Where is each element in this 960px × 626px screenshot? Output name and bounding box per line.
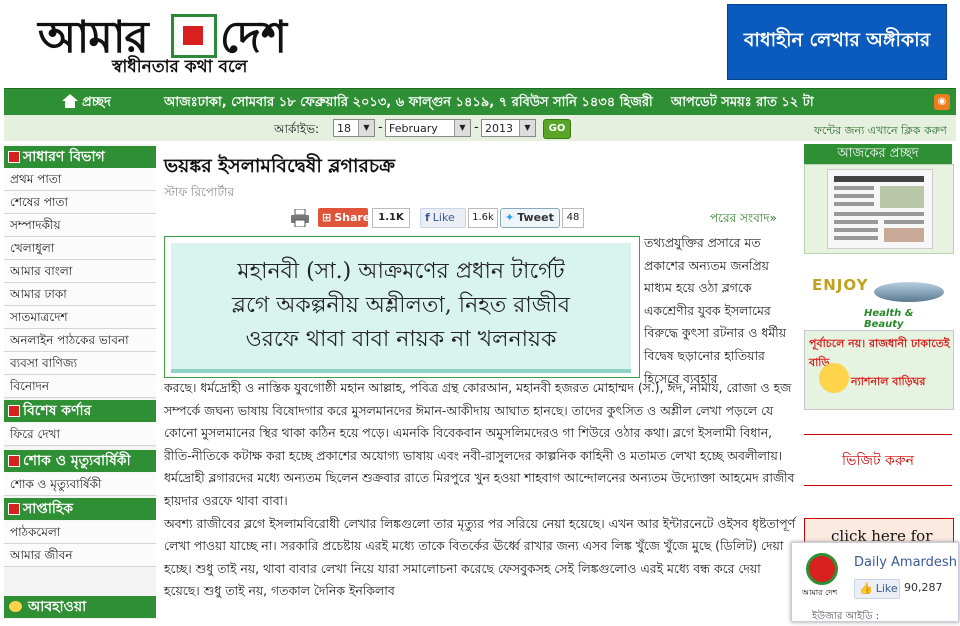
share-plus-icon: ⊞ xyxy=(322,211,332,224)
facebook-like-count: 90,287 xyxy=(904,581,943,594)
like-count: 1.6k xyxy=(468,208,498,228)
article-paragraph: অবশ্য রাজীবের ব্লগে ইসলামবিরোধী লেখার লি… xyxy=(164,515,796,599)
archive-go-button[interactable]: GO xyxy=(543,119,571,139)
chevron-down-icon: ▼ xyxy=(454,120,470,136)
facebook-page-like-button[interactable]: 👍 Like xyxy=(854,579,900,599)
site-tagline: স্বাধীনতার কথা বলে xyxy=(112,57,248,77)
today-cover-title: আজকের প্রচ্ছদ xyxy=(804,144,952,164)
logo-square-icon xyxy=(171,14,217,58)
sidebar-item-business[interactable]: ব্যবসা বাণিজ্য xyxy=(4,352,156,375)
header-banner-ad[interactable]: বাধাহীন লেখার অঙ্গীকার xyxy=(727,4,947,80)
sidebar-item-editorial[interactable]: সম্পাদকীয় xyxy=(4,214,156,237)
sidebar-item-reader-fair[interactable]: পাঠকমেলা xyxy=(4,521,156,544)
newspaper-thumbnail[interactable] xyxy=(827,169,933,249)
section-header-general: সাধারণ বিভাগ xyxy=(4,146,156,168)
sidebar-item-international[interactable]: সাতমাত্রদেশ xyxy=(4,306,156,329)
sidebar-item-first-page[interactable]: প্রথম পাতা xyxy=(4,168,156,191)
sidebar-item-mourning[interactable]: শোক ও মৃত্যুবার্ষিকী xyxy=(4,473,156,496)
article-main: ভয়ঙ্কর ইসলামবিদ্বেষী ব্লগারচক্র স্টাফ র… xyxy=(164,144,796,619)
logo-circle-icon xyxy=(806,553,838,585)
tweet-count: 48 xyxy=(562,208,584,228)
left-sidebar: সাধারণ বিভাগ প্রথম পাতা শেষের পাতা সম্পা… xyxy=(4,144,156,619)
article-title: ভয়ঙ্কর ইসলামবিদ্বেষী ব্লগারচক্র xyxy=(164,155,396,177)
facebook-page-name[interactable]: Daily Amardesh xyxy=(854,555,957,570)
bullet-square-icon xyxy=(8,503,20,515)
user-id-label: ইউজার আইডি : xyxy=(812,611,880,622)
section-header-weekly: সাপ্তাহিক xyxy=(4,498,156,520)
sidebar-item-online-reader[interactable]: অনলাইন পাঠকের ভাবনা xyxy=(4,329,156,352)
today-cover-box[interactable] xyxy=(804,164,954,254)
bullet-square-icon xyxy=(8,455,20,467)
archive-month-select[interactable]: February ▼ xyxy=(385,119,471,137)
article-body: করছে। ধর্মদ্রোহী ও নাস্তিক যুবগোষ্ঠী মহা… xyxy=(164,377,796,603)
print-icon[interactable] xyxy=(290,209,310,227)
page-logo[interactable]: আমার দেশ xyxy=(802,551,842,599)
site-header: আমার দেশ স্বাধীনতার কথা বলে বাধাহীন লেখা… xyxy=(0,0,960,88)
sidebar-item-sports[interactable]: খেলাধুলা xyxy=(4,237,156,260)
chevron-down-icon: ▼ xyxy=(519,120,535,136)
sidebar-item-my-life[interactable]: আমার জীবন xyxy=(4,544,156,567)
archive-day-select[interactable]: 18 ▼ xyxy=(333,119,375,137)
bullet-square-icon xyxy=(8,405,20,417)
home-icon[interactable] xyxy=(62,94,78,108)
site-logo[interactable]: আমার দেশ স্বাধীনতার কথা বলে xyxy=(38,4,338,77)
facebook-page-widget: আমার দেশ Daily Amardesh 👍 Like 90,287 ইউজ… xyxy=(791,542,959,622)
article-byline: স্টাফ রিপোর্টার xyxy=(164,185,235,199)
company-logo-icon xyxy=(819,363,849,393)
facebook-icon: f xyxy=(425,211,430,224)
sidebar-item-look-back[interactable]: ফিরে দেখা xyxy=(4,423,156,446)
chevron-down-icon: ▼ xyxy=(358,120,374,136)
font-help-link[interactable]: ফন্টের জন্য এখানে ক্লিক করুণ xyxy=(814,122,947,141)
next-news-link[interactable]: পরের সংবাদ» xyxy=(710,210,777,230)
headline-image: মহানবী (সা.) আক্রমণের প্রধান টার্গেট ব্ল… xyxy=(164,236,640,378)
twitter-bird-icon: ✦ xyxy=(505,211,515,224)
top-nav-bar: প্রচ্ছদ আজঃঢাকা, সোমবার ১৮ ফেব্রুয়ারি ২… xyxy=(4,88,956,116)
sidebar-item-entertainment[interactable]: বিনোদন xyxy=(4,375,156,398)
archive-year-select[interactable]: 2013 ▼ xyxy=(481,119,536,137)
sidebar-item-last-page[interactable]: শেষের পাতা xyxy=(4,191,156,214)
tweet-button[interactable]: ✦ Tweet xyxy=(500,208,560,228)
thumbs-up-icon: 👍 xyxy=(859,582,873,595)
share-count: 1.1K xyxy=(372,208,410,228)
section-header-mourning: শোক ও মৃত্যুবার্ষিকী xyxy=(4,450,156,472)
bullet-square-icon xyxy=(8,151,20,163)
home-link[interactable]: প্রচ্ছদ xyxy=(82,93,111,114)
sidebar-item-amar-dhaka[interactable]: আমার ঢাকা xyxy=(4,283,156,306)
article-intro-text: তথ্যপ্রযুক্তির প্রসারে মত প্রকাশের অন্যত… xyxy=(644,235,786,386)
visit-ad[interactable]: ভিজিট করুন xyxy=(804,434,952,486)
archive-bar: আর্কাইভ: 18 ▼ - February ▼ - 2013 ▼ GO ফন্ট… xyxy=(4,115,956,141)
section-header-special: বিশেষ কর্ণার xyxy=(4,400,156,422)
enjoy-ad[interactable]: ENJOY Health & Beauty xyxy=(804,272,952,330)
sun-icon xyxy=(9,601,22,612)
share-button[interactable]: ⊞ Share xyxy=(318,208,370,227)
eye-image xyxy=(874,282,944,302)
section-header-weather: আবহাওয়া xyxy=(4,596,156,618)
sidebar-item-amar-bangla[interactable]: আমার বাংলা xyxy=(4,260,156,283)
article-paragraph: করছে। ধর্মদ্রোহী ও নাস্তিক যুবগোষ্ঠী মহা… xyxy=(164,380,795,508)
facebook-like-button[interactable]: f Like xyxy=(420,208,466,228)
property-ad[interactable]: পূর্বাচলে নয়। রাজধানী ঢাকাতেই বাড়ি ন্য… xyxy=(804,330,954,410)
dateline: আজঃঢাকা, সোমবার ১৮ ফেব্রুয়ারি ২০১৩, ৬ ফ… xyxy=(164,95,814,110)
rss-icon[interactable]: ◉ xyxy=(934,94,950,110)
archive-label: আর্কাইভ: xyxy=(274,122,320,136)
